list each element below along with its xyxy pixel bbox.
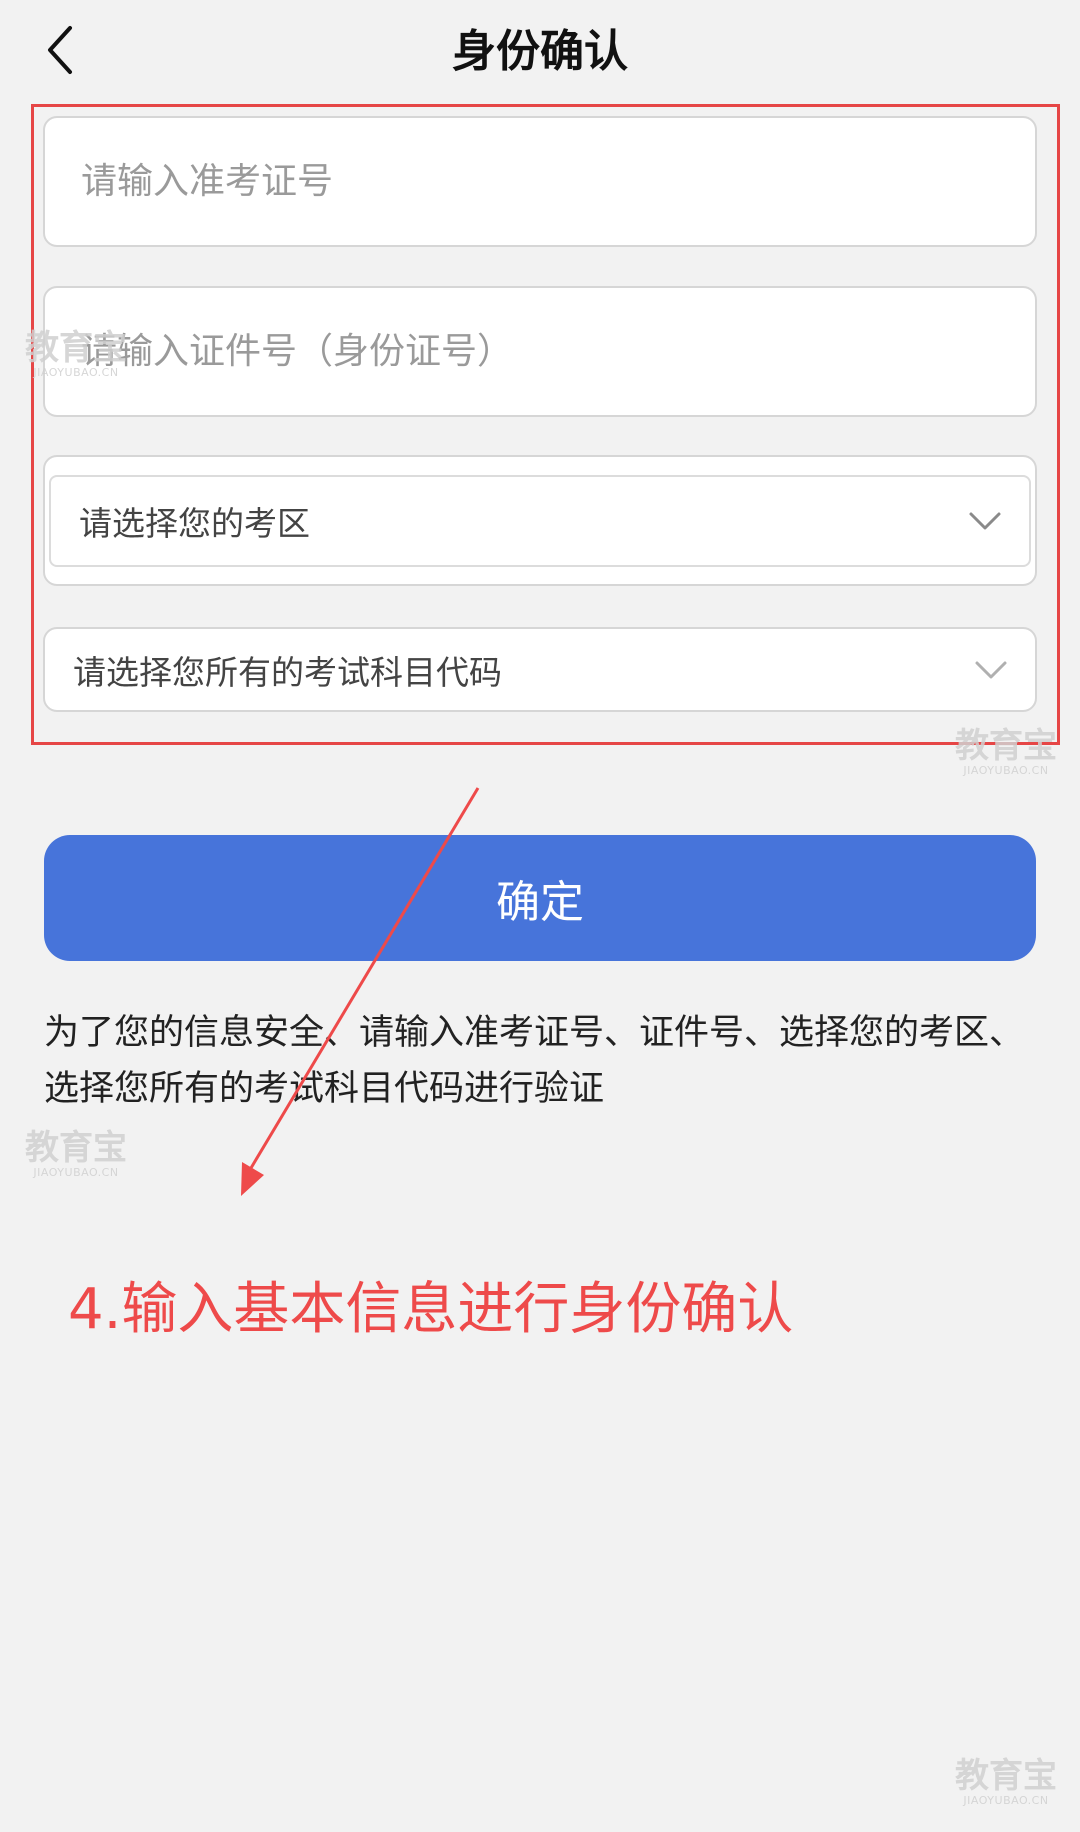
subject-code-select[interactable]: 请选择您所有的考试科目代码 (43, 627, 1037, 712)
watermark-name: 教育宝 (955, 1756, 1057, 1796)
confirm-button[interactable]: 确定 (44, 835, 1036, 961)
watermark-domain: JIAOYUBAO.CN (963, 764, 1049, 777)
exam-area-select-label: 请选择您的考区 (79, 504, 310, 543)
watermark-domain: JIAOYUBAO.CN (963, 1794, 1049, 1807)
id-number-field (43, 286, 1037, 417)
id-number-input[interactable] (45, 288, 1035, 415)
watermark-logo: 教育宝 JIAOYUBAO.CN (950, 1758, 1062, 1808)
admission-ticket-field (43, 116, 1037, 247)
watermark-logo: 教育宝 JIAOYUBAO.CN (20, 1130, 132, 1180)
chevron-down-icon (963, 499, 1007, 543)
watermark-domain: JIAOYUBAO.CN (33, 1166, 119, 1179)
security-notice: 为了您的信息安全、请输入准考证号、证件号、选择您的考区、选择您所有的考试科目代码… (44, 1013, 1025, 1109)
chevron-down-icon (969, 648, 1013, 692)
watermark-name: 教育宝 (25, 1128, 127, 1168)
annotation-step-text: 4.输入基本信息进行身份确认 (68, 1277, 794, 1342)
page-title: 身份确认 (452, 26, 628, 77)
header-bar: 身份确认 (0, 0, 1080, 104)
exam-area-select[interactable]: 请选择您的考区 (49, 475, 1031, 567)
exam-area-select-container: 请选择您的考区 (43, 455, 1037, 586)
subject-code-select-label: 请选择您所有的考试科目代码 (73, 652, 502, 692)
admission-ticket-input[interactable] (45, 118, 1035, 245)
